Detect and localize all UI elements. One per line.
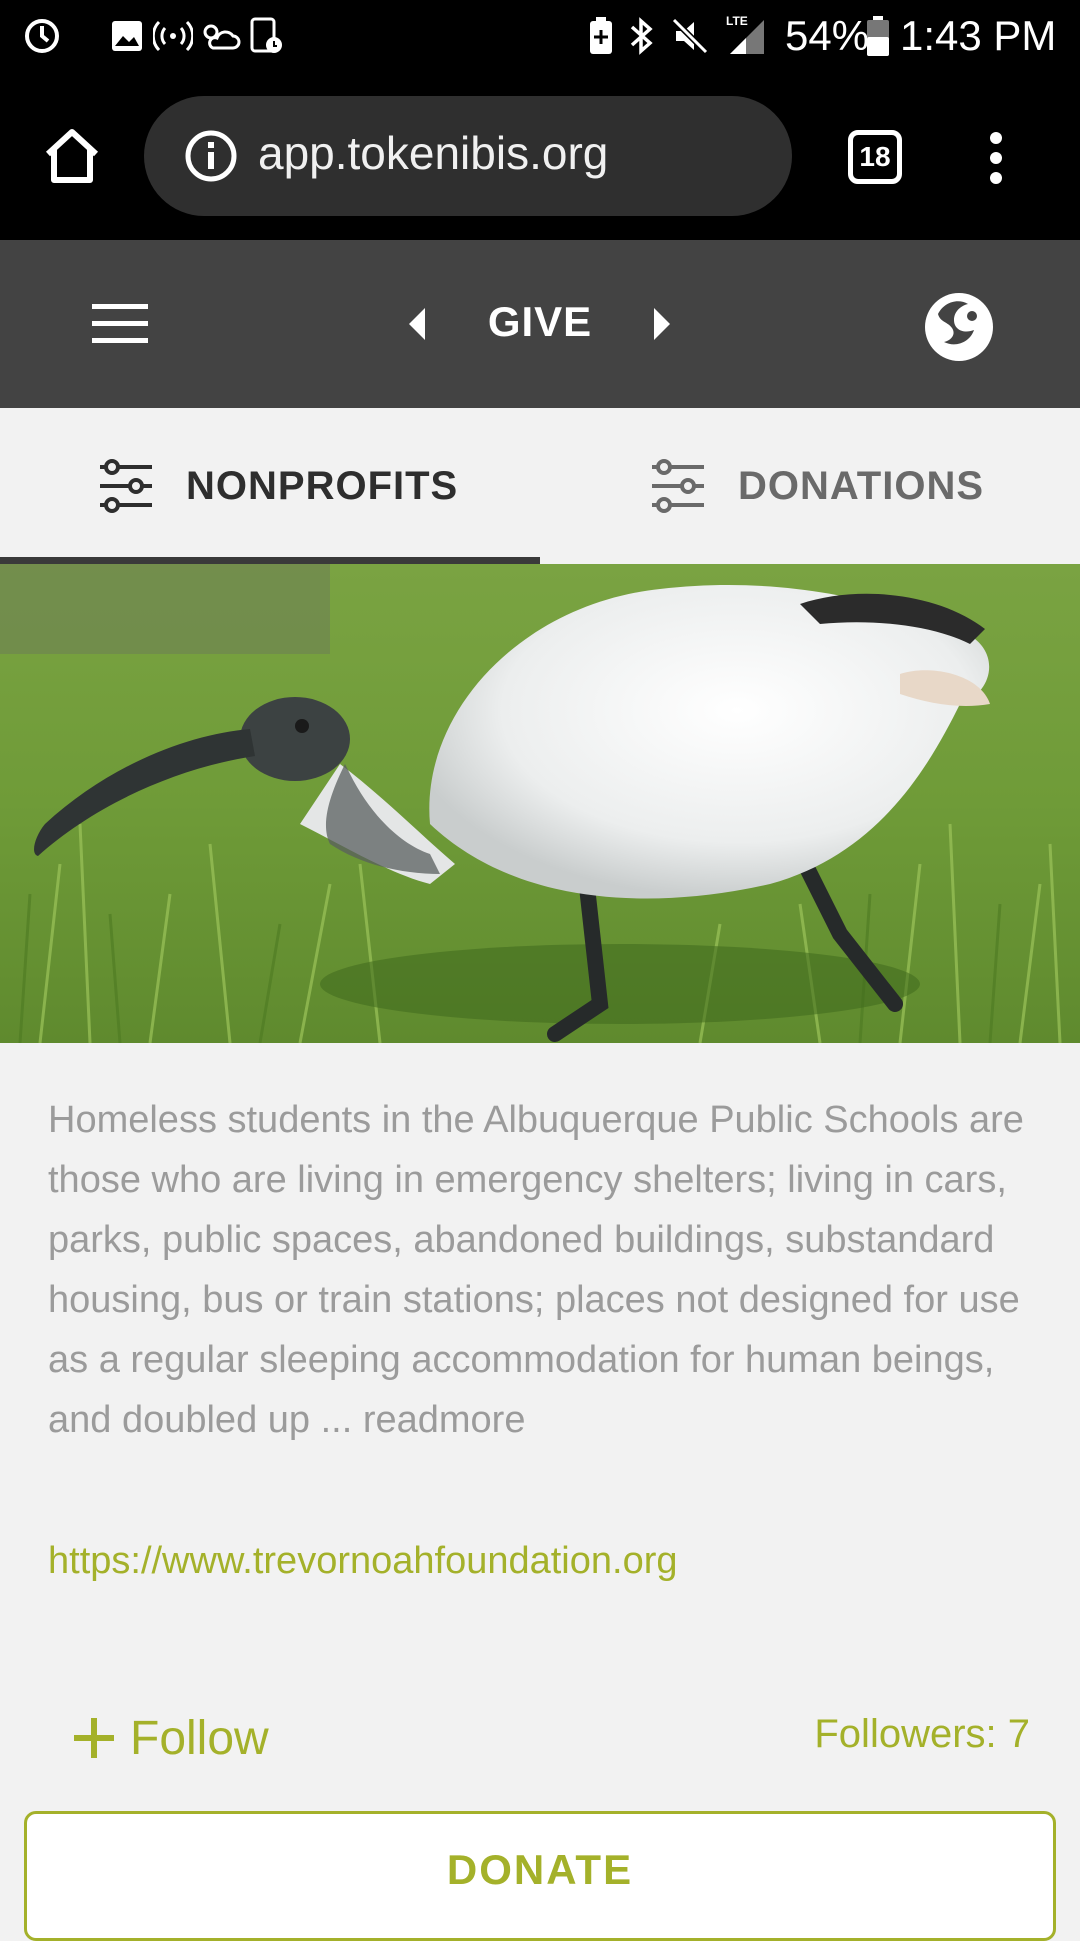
bluetooth-icon	[628, 14, 656, 58]
status-bar: LTE 54% 1:43 PM	[0, 0, 1080, 72]
filter-sliders-icon	[652, 459, 704, 513]
app-bar: GIVE	[0, 240, 1080, 408]
tab-label: NONPROFITS	[186, 463, 459, 508]
donate-label: DONATE	[446, 1846, 634, 1893]
filter-sliders-icon	[100, 459, 152, 513]
follow-button[interactable]: Follow	[72, 1706, 269, 1770]
ibis-logo-icon[interactable]	[922, 290, 996, 364]
hamburger-icon[interactable]	[92, 302, 148, 346]
battery-saver-icon	[588, 14, 614, 58]
url-text[interactable]: app.tokenibis.org	[258, 126, 608, 180]
more-vert-icon[interactable]	[976, 128, 1016, 188]
mute-icon	[670, 14, 710, 58]
tab-nonprofits[interactable]: NONPROFITS	[96, 408, 458, 564]
nonprofit-website-link[interactable]: https://www.trevornoahfoundation.org	[48, 1540, 678, 1583]
image-icon	[110, 14, 144, 58]
home-icon	[45, 129, 99, 183]
prev-arrow-icon[interactable]	[405, 306, 429, 342]
network-type-label: LTE	[726, 14, 748, 28]
info-icon[interactable]	[184, 129, 238, 183]
hotspot-icon	[153, 14, 193, 58]
weather-icon	[197, 14, 241, 58]
tab-switcher-button[interactable]: 18	[848, 130, 902, 184]
browser-toolbar: app.tokenibis.org 18	[0, 72, 1080, 240]
next-arrow-icon[interactable]	[650, 306, 674, 342]
screenshot-icon	[248, 14, 284, 58]
nonprofit-description: Homeless students in the Albuquerque Pub…	[48, 1099, 1024, 1441]
follow-label: Follow	[130, 1711, 269, 1765]
tab-bar: NONPROFITS DONATIONS	[0, 408, 1080, 564]
url-bar[interactable]: app.tokenibis.org	[144, 96, 792, 216]
nonprofit-image[interactable]	[0, 564, 1080, 1043]
active-tab-indicator	[0, 557, 540, 564]
tab-label: DONATIONS	[738, 463, 985, 508]
signal-icon: LTE	[726, 14, 766, 58]
tab-donations[interactable]: DONATIONS	[648, 408, 984, 564]
clock: 1:43 PM	[900, 12, 1057, 59]
page-title: GIVE	[487, 298, 593, 345]
donate-button[interactable]: DONATE	[24, 1811, 1056, 1941]
plus-icon	[74, 1718, 114, 1758]
battery-icon	[866, 14, 890, 58]
sync-icon	[22, 14, 62, 58]
home-button[interactable]	[40, 124, 104, 188]
battery-percent: 54%	[785, 12, 870, 59]
followers-count: Followers: 7	[814, 1712, 1030, 1756]
